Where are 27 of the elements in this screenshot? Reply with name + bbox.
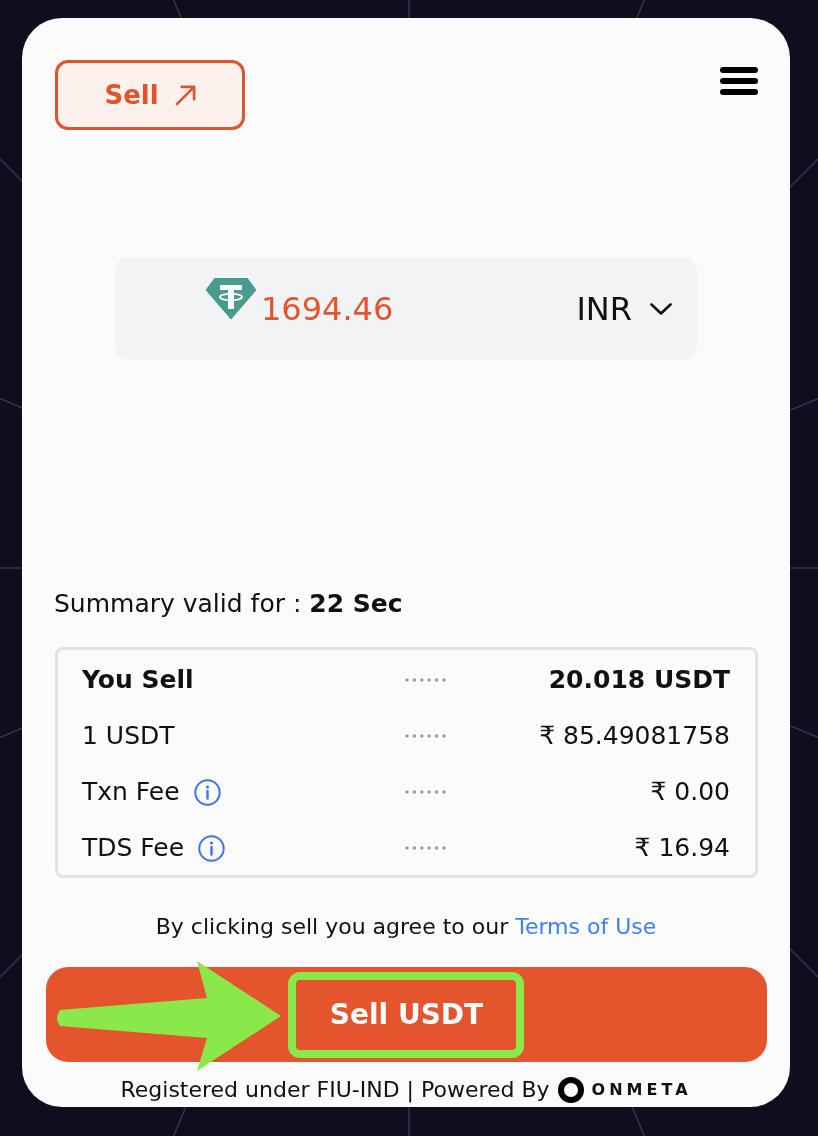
- row-value: ₹ 85.49081758: [539, 720, 730, 752]
- terms-link[interactable]: Terms of Use: [515, 914, 657, 939]
- sell-mode-button[interactable]: Sell: [55, 60, 245, 130]
- ring-logo-icon: [557, 1077, 584, 1103]
- row-label: 1 USDT: [82, 720, 175, 752]
- chevron-down-icon: [650, 302, 672, 315]
- tether-token-icon: [206, 278, 256, 319]
- dotted-leader-icon: [405, 734, 446, 738]
- row-label: Txn Fee: [82, 776, 180, 808]
- menu-icon[interactable]: [720, 67, 758, 95]
- info-icon[interactable]: [198, 834, 226, 862]
- row-label: TDS Fee: [82, 832, 185, 864]
- footer-text: Registered under FIU-IND | Powered By: [120, 1076, 550, 1104]
- currency-selector[interactable]: INR: [576, 289, 672, 328]
- brand-name: ONMETA: [591, 1080, 692, 1100]
- summary-validity-text: Summary valid for : 22 Sec: [54, 589, 403, 619]
- row-value: ₹ 0.00: [650, 776, 730, 808]
- amount-value: 1694.46: [261, 288, 394, 329]
- dotted-leader-icon: [405, 678, 446, 682]
- terms-notice: By clicking sell you agree to our Terms of Use: [155, 913, 657, 941]
- arrow-up-right-icon: [174, 84, 196, 106]
- dotted-leader-icon: [405, 790, 446, 794]
- row-value: ₹ 16.94: [634, 832, 730, 864]
- row-value: 20.018 USDT: [548, 664, 730, 696]
- row-label: You Sell: [82, 664, 194, 696]
- info-icon[interactable]: [193, 778, 221, 806]
- dotted-leader-icon: [405, 846, 446, 850]
